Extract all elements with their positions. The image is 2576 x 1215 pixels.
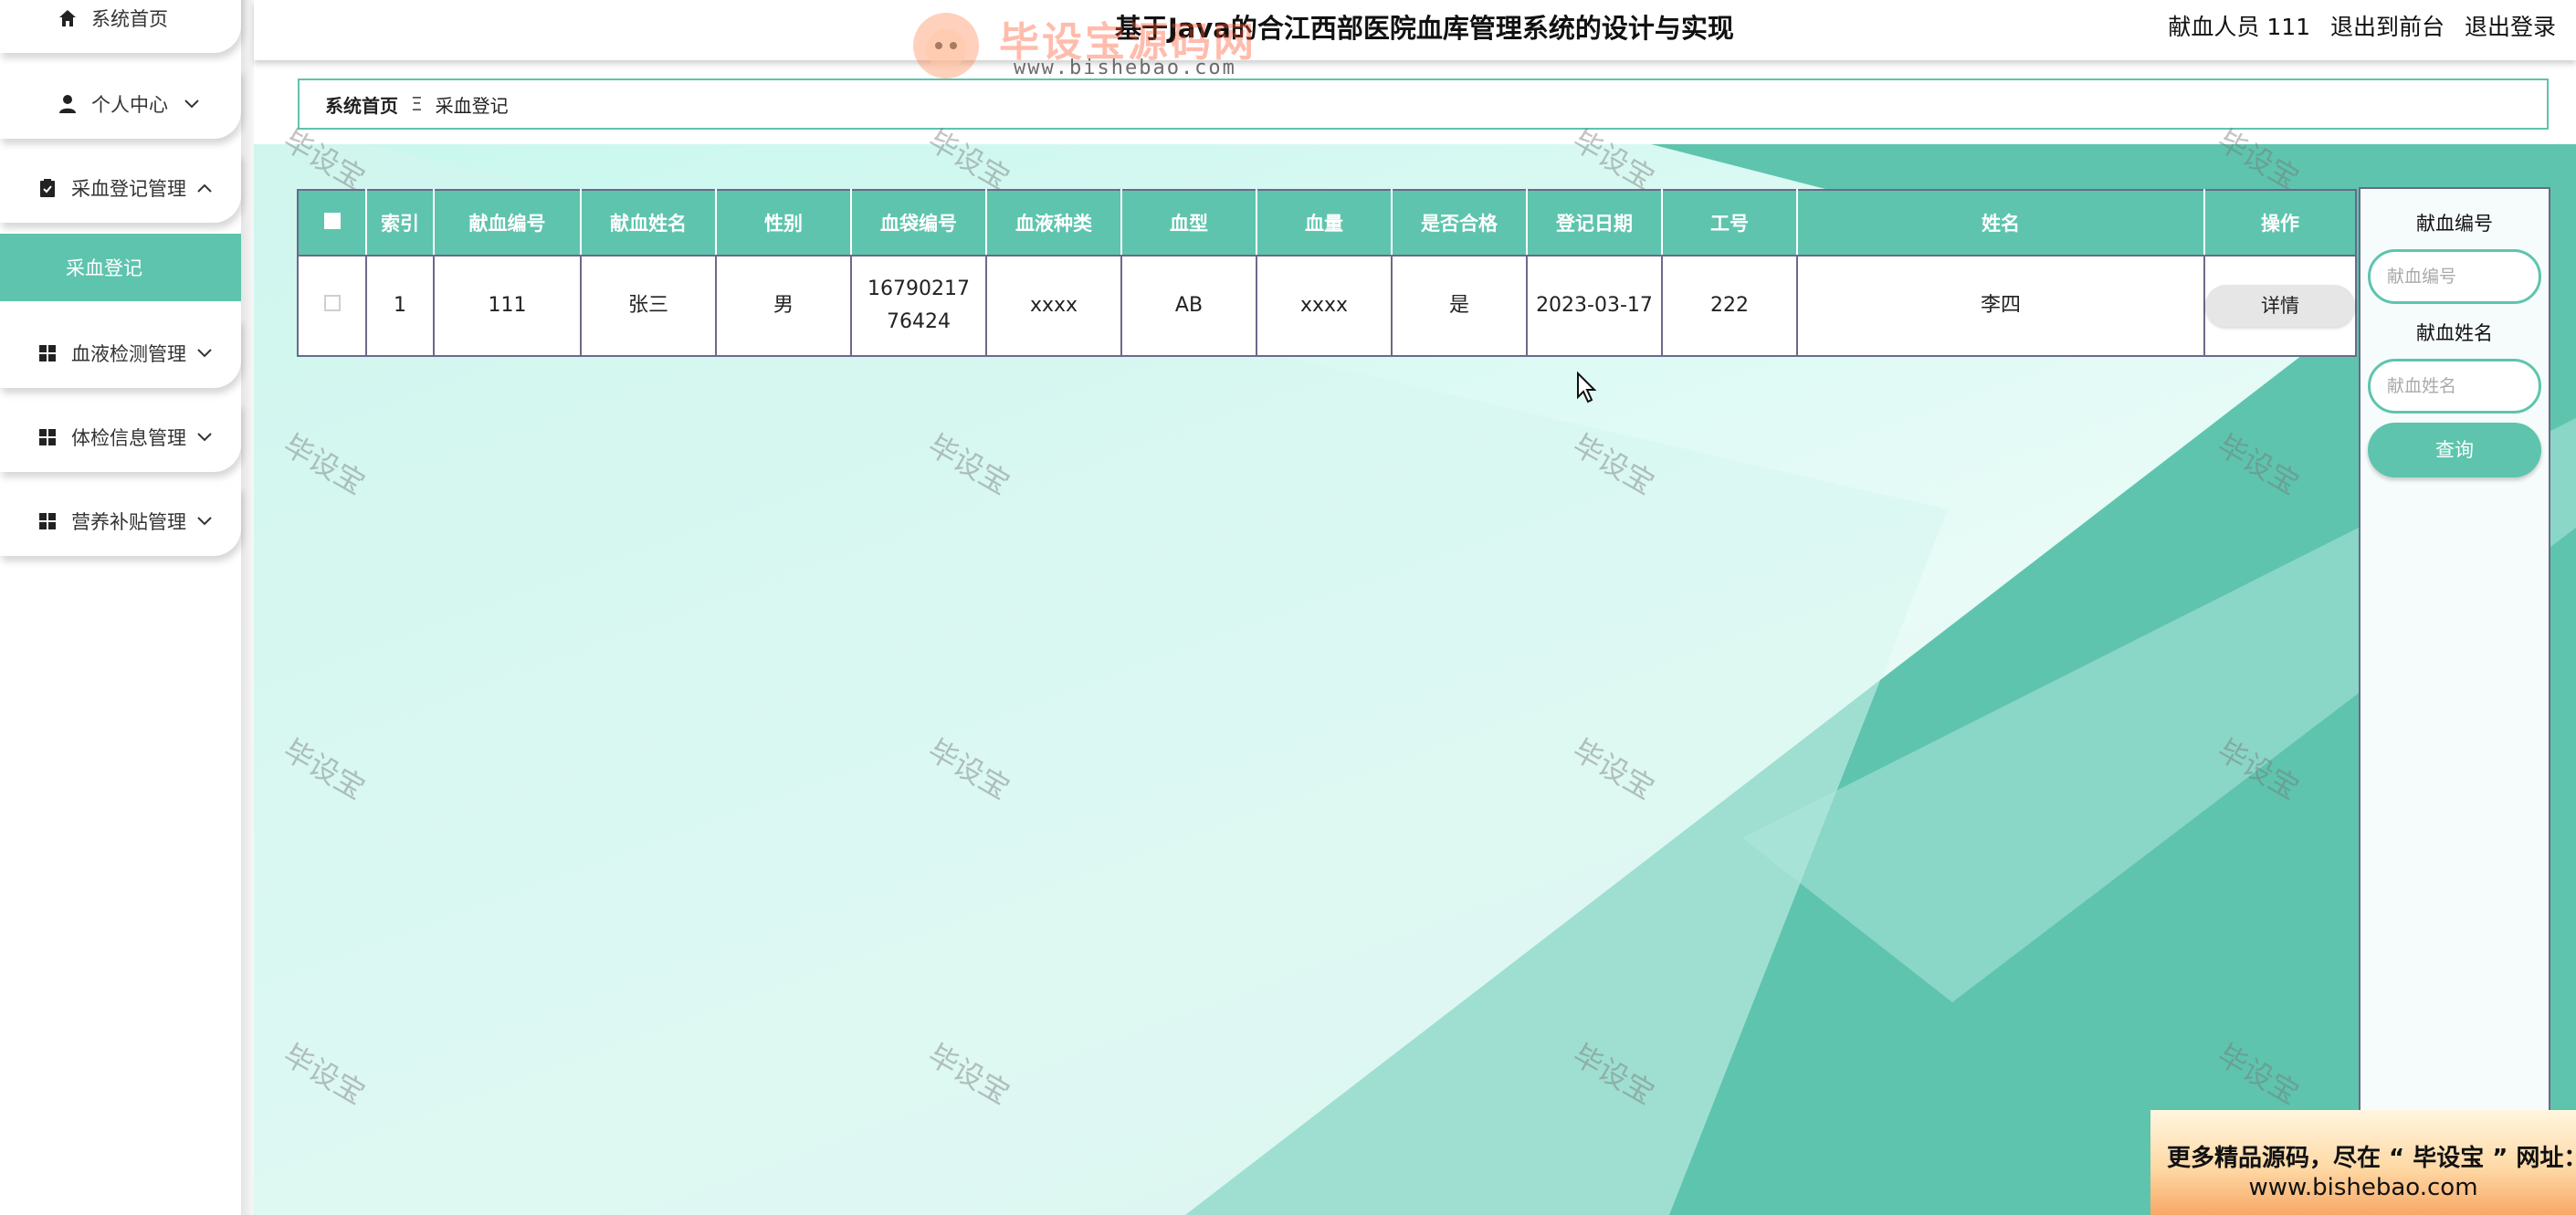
sidebar-item-label: 体检信息管理 — [71, 427, 186, 449]
promo-banner-url: www.bishebao.com — [2248, 1174, 2478, 1201]
cell-actions: 详情 — [2204, 256, 2356, 356]
sidebar-item-label: 血液检测管理 — [71, 343, 186, 365]
clipboard-icon — [37, 177, 58, 199]
sidebar-item-label: 营养补贴管理 — [71, 511, 186, 533]
watermark-logo-url: www.bishebao.com — [1014, 57, 1236, 79]
donor-name-input[interactable] — [2368, 359, 2541, 414]
sidebar-subitem-blood-registration[interactable]: 采血登记 — [0, 234, 241, 301]
column-header: 操作 — [2204, 190, 2356, 257]
column-header: 姓名 — [1797, 190, 2205, 257]
cell-blood-type: AB — [1121, 256, 1257, 356]
promo-banner-text: 更多精品源码，尽在 “ 毕设宝 ” 网址： — [2167, 1145, 2576, 1172]
sidebar-item-home[interactable]: 系统首页 — [0, 0, 241, 53]
column-header: 献血姓名 — [581, 190, 717, 257]
watermark-logo-icon — [913, 13, 979, 79]
user-label: 献血人员 111 — [2168, 14, 2311, 40]
donor-name-label: 献血姓名 — [2416, 322, 2493, 344]
search-panel: 献血编号 献血姓名 查询 — [2359, 187, 2550, 1215]
column-header: 登记日期 — [1527, 190, 1663, 257]
mouse-cursor-icon — [1577, 372, 1597, 403]
sidebar-item-label: 个人中心 — [91, 94, 168, 116]
cell-qualified: 是 — [1392, 256, 1528, 356]
sidebar-item-personal-center[interactable]: 个人中心 — [0, 69, 241, 139]
data-table: 索引 献血编号 献血姓名 性别 血袋编号 血液种类 血型 血量 是否合格 登记日… — [297, 189, 2357, 357]
chevron-up-icon — [192, 175, 217, 201]
cell-date: 2023-03-17 — [1527, 256, 1663, 356]
grid-icon — [37, 426, 58, 448]
sidebar-item-nutrition-subsidy[interactable]: 营养补贴管理 — [0, 487, 241, 556]
cell-index: 1 — [366, 256, 435, 356]
cell-staff-name: 李四 — [1797, 256, 2205, 356]
grid-icon — [37, 510, 58, 532]
breadcrumb: 系统首页 Ξ 采血登记 — [298, 79, 2549, 130]
sidebar: 系统首页 个人中心 采血登记管理 采血登记 血液检测管理 体检信息管理 营养补贴… — [0, 0, 254, 1215]
sidebar-item-label: 系统首页 — [91, 8, 168, 30]
breadcrumb-separator: Ξ — [411, 93, 423, 115]
column-header: 血液种类 — [986, 190, 1122, 257]
donor-no-label: 献血编号 — [2416, 213, 2493, 235]
back-to-front-link[interactable]: 退出到前台 — [2330, 14, 2445, 40]
search-button[interactable]: 查询 — [2368, 423, 2541, 477]
donor-no-input[interactable] — [2368, 249, 2541, 304]
sidebar-shadow — [241, 0, 254, 1215]
chevron-down-icon — [192, 508, 217, 534]
home-icon — [57, 7, 79, 29]
sidebar-item-label: 采血登记管理 — [71, 178, 186, 200]
chevron-down-icon — [179, 91, 205, 117]
column-header: 血量 — [1256, 190, 1393, 257]
sidebar-item-blood-testing[interactable]: 血液检测管理 — [0, 319, 241, 388]
cell-volume: xxxx — [1256, 256, 1393, 356]
column-header: 工号 — [1662, 190, 1798, 257]
grid-icon — [37, 342, 58, 364]
column-header: 血型 — [1121, 190, 1257, 257]
sidebar-item-physical-exam[interactable]: 体检信息管理 — [0, 403, 241, 472]
chevron-down-icon — [192, 340, 217, 366]
breadcrumb-current: 采血登记 — [435, 94, 509, 117]
select-all-cell[interactable] — [298, 190, 367, 257]
cell-staff-no: 222 — [1662, 256, 1798, 356]
user-icon — [57, 93, 79, 115]
header-bar: 基于Java的合江西部医院血库管理系统的设计与实现 献血人员 111 退出到前台… — [254, 0, 2576, 60]
cell-blood-kind: xxxx — [986, 256, 1122, 356]
chevron-down-icon — [192, 424, 217, 450]
row-checkbox[interactable] — [323, 295, 341, 311]
cell-donor-no: 111 — [434, 256, 582, 356]
select-all-checkbox[interactable] — [323, 213, 341, 229]
column-header: 索引 — [366, 190, 435, 257]
row-select-cell[interactable] — [298, 256, 367, 356]
detail-button[interactable]: 详情 — [2205, 285, 2355, 327]
sidebar-item-blood-collection[interactable]: 采血登记管理 — [0, 153, 241, 223]
column-header: 性别 — [716, 190, 852, 257]
cell-donor-name: 张三 — [581, 256, 717, 356]
table-header-row: 索引 献血编号 献血姓名 性别 血袋编号 血液种类 血型 血量 是否合格 登记日… — [298, 190, 2356, 257]
cell-gender: 男 — [716, 256, 852, 356]
cell-bag-no: 1679021776424 — [851, 256, 987, 356]
table-row: 1 111 张三 男 1679021776424 xxxx AB xxxx 是 … — [298, 256, 2356, 356]
column-header: 是否合格 — [1392, 190, 1528, 257]
user-area: 献血人员 111 退出到前台 退出登录 — [2155, 9, 2556, 42]
column-header: 献血编号 — [434, 190, 582, 257]
promo-banner: 更多精品源码，尽在 “ 毕设宝 ” 网址： www.bishebao.com — [2150, 1110, 2576, 1215]
column-header: 血袋编号 — [851, 190, 987, 257]
breadcrumb-home[interactable]: 系统首页 — [325, 91, 398, 118]
logout-link[interactable]: 退出登录 — [2465, 14, 2556, 40]
